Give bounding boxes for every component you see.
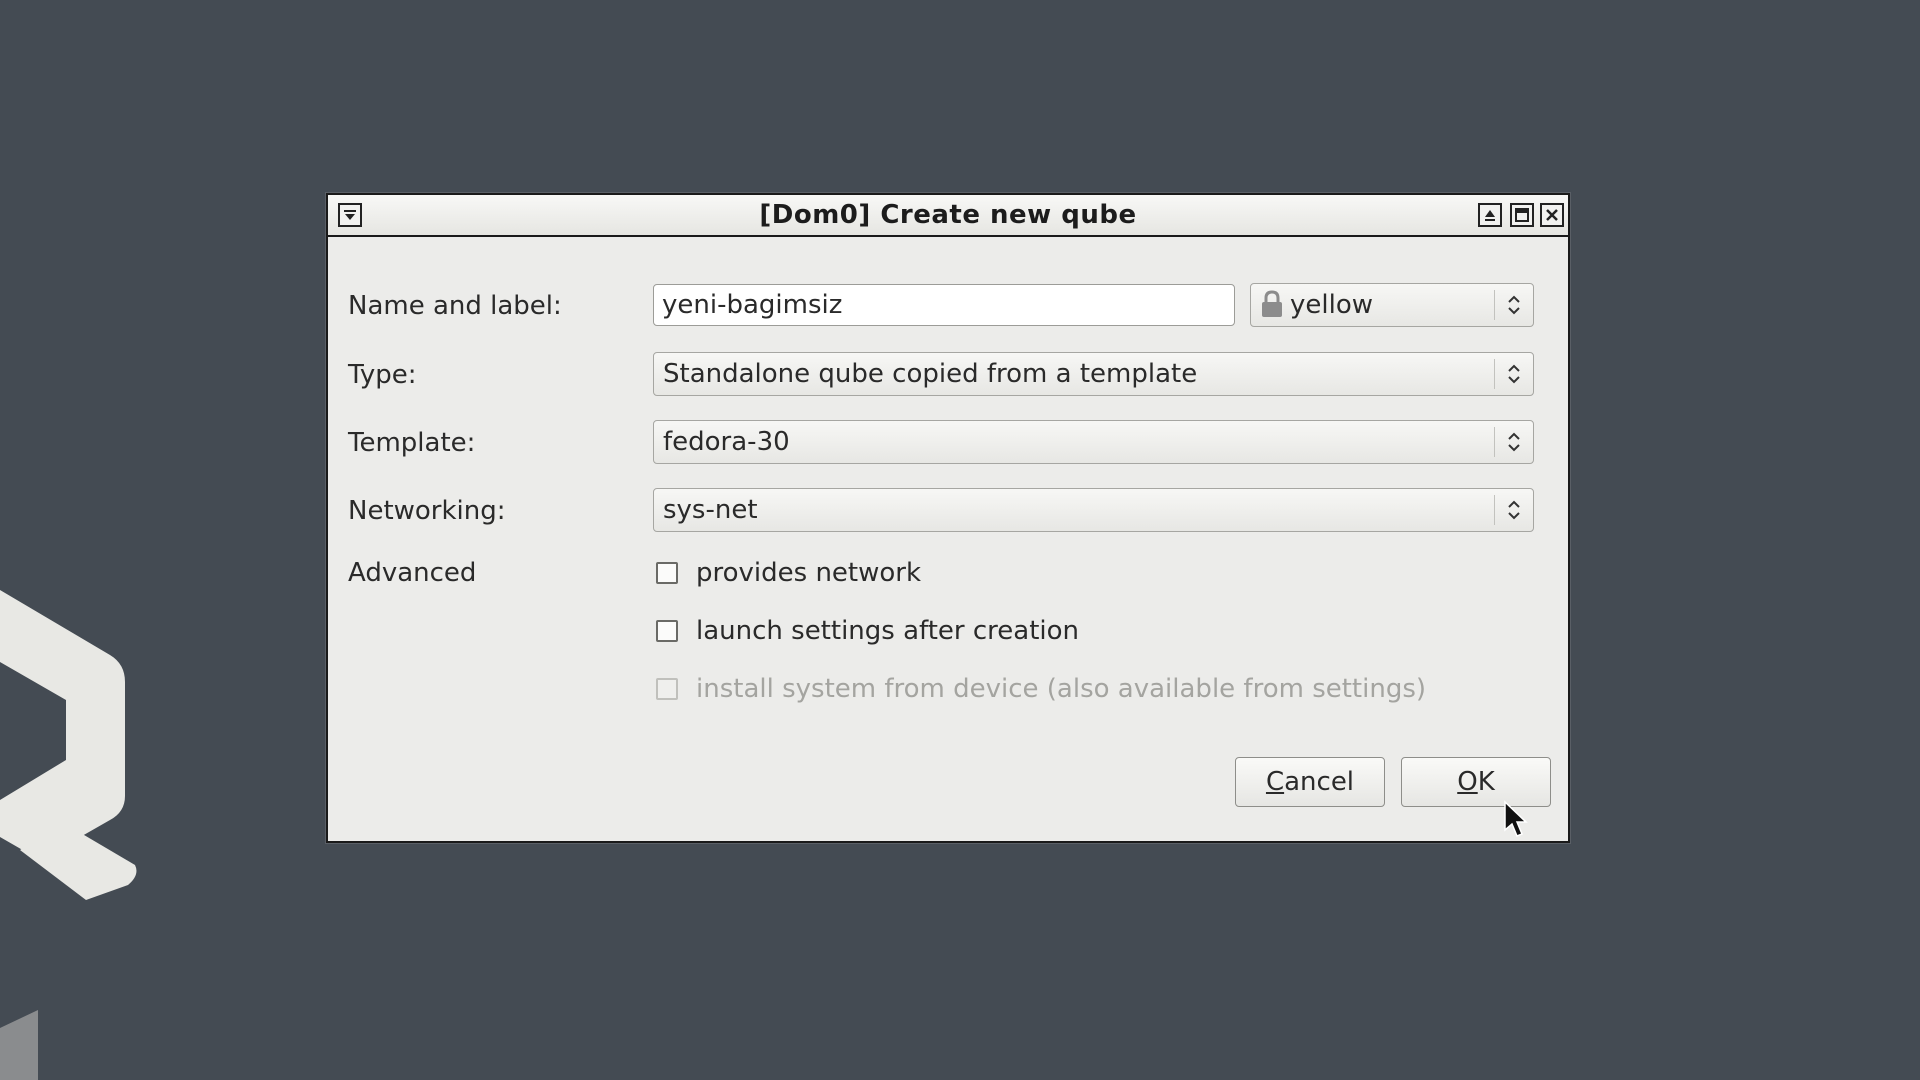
- type-value: Standalone qube copied from a template: [663, 359, 1198, 389]
- create-qube-dialog: [Dom0] Create new qube Name and label: y…: [326, 193, 1570, 843]
- maximize-button[interactable]: [1510, 203, 1534, 227]
- template-combo[interactable]: fedora-30: [653, 420, 1534, 464]
- name-input[interactable]: yeni-bagimsiz: [653, 284, 1235, 326]
- type-label: Type:: [348, 360, 417, 390]
- combo-separator: [1494, 290, 1495, 320]
- ok-label-rest: K: [1477, 767, 1495, 797]
- maximize-icon: [1515, 208, 1529, 222]
- install-system-checkbox: [656, 678, 678, 700]
- install-system-label: install system from device (also availab…: [696, 674, 1427, 704]
- logo-fragment: [0, 1010, 38, 1080]
- cancel-mnemonic: C: [1265, 767, 1285, 797]
- networking-combo[interactable]: sys-net: [653, 488, 1534, 532]
- desktop: [Dom0] Create new qube Name and label: y…: [0, 0, 1920, 1080]
- launch-settings-label[interactable]: launch settings after creation: [696, 616, 1079, 646]
- combo-separator: [1494, 495, 1495, 525]
- mouse-pointer-icon: [1504, 800, 1528, 837]
- template-value: fedora-30: [663, 427, 790, 457]
- close-icon: [1546, 209, 1558, 221]
- dialog-content: Name and label: yeni-bagimsiz yellow Typ…: [328, 237, 1568, 841]
- window-title: [Dom0] Create new qube: [759, 200, 1137, 230]
- launch-settings-checkbox[interactable]: [656, 620, 678, 642]
- provides-network-label[interactable]: provides network: [696, 558, 921, 588]
- cancel-button[interactable]: Cancel: [1235, 757, 1385, 807]
- provides-network-option[interactable]: provides network: [656, 557, 921, 589]
- template-label: Template:: [348, 428, 476, 458]
- combo-separator: [1494, 427, 1495, 457]
- combo-separator: [1494, 359, 1495, 389]
- name-label: Name and label:: [348, 291, 562, 321]
- lock-icon: [1262, 289, 1282, 317]
- updown-arrows-icon: [1508, 295, 1520, 315]
- advanced-label: Advanced: [348, 558, 477, 588]
- updown-arrows-icon: [1508, 364, 1520, 384]
- type-combo[interactable]: Standalone qube copied from a template: [653, 352, 1534, 396]
- ok-mnemonic: O: [1457, 767, 1478, 797]
- provides-network-checkbox[interactable]: [656, 562, 678, 584]
- networking-label: Networking:: [348, 496, 506, 526]
- updown-arrows-icon: [1508, 432, 1520, 452]
- qubes-logo: [0, 590, 137, 900]
- close-button[interactable]: [1540, 203, 1564, 227]
- networking-value: sys-net: [663, 495, 758, 525]
- install-system-option: install system from device (also availab…: [656, 673, 1426, 705]
- launch-settings-option[interactable]: launch settings after creation: [656, 615, 1079, 647]
- cancel-label-rest: ancel: [1284, 767, 1355, 797]
- label-color-value: yellow: [1290, 290, 1374, 320]
- label-color-combo[interactable]: yellow: [1250, 283, 1534, 327]
- shade-icon: [1485, 210, 1495, 221]
- titlebar[interactable]: [Dom0] Create new qube: [328, 195, 1568, 237]
- shade-button[interactable]: [1478, 203, 1502, 227]
- updown-arrows-icon: [1508, 500, 1520, 520]
